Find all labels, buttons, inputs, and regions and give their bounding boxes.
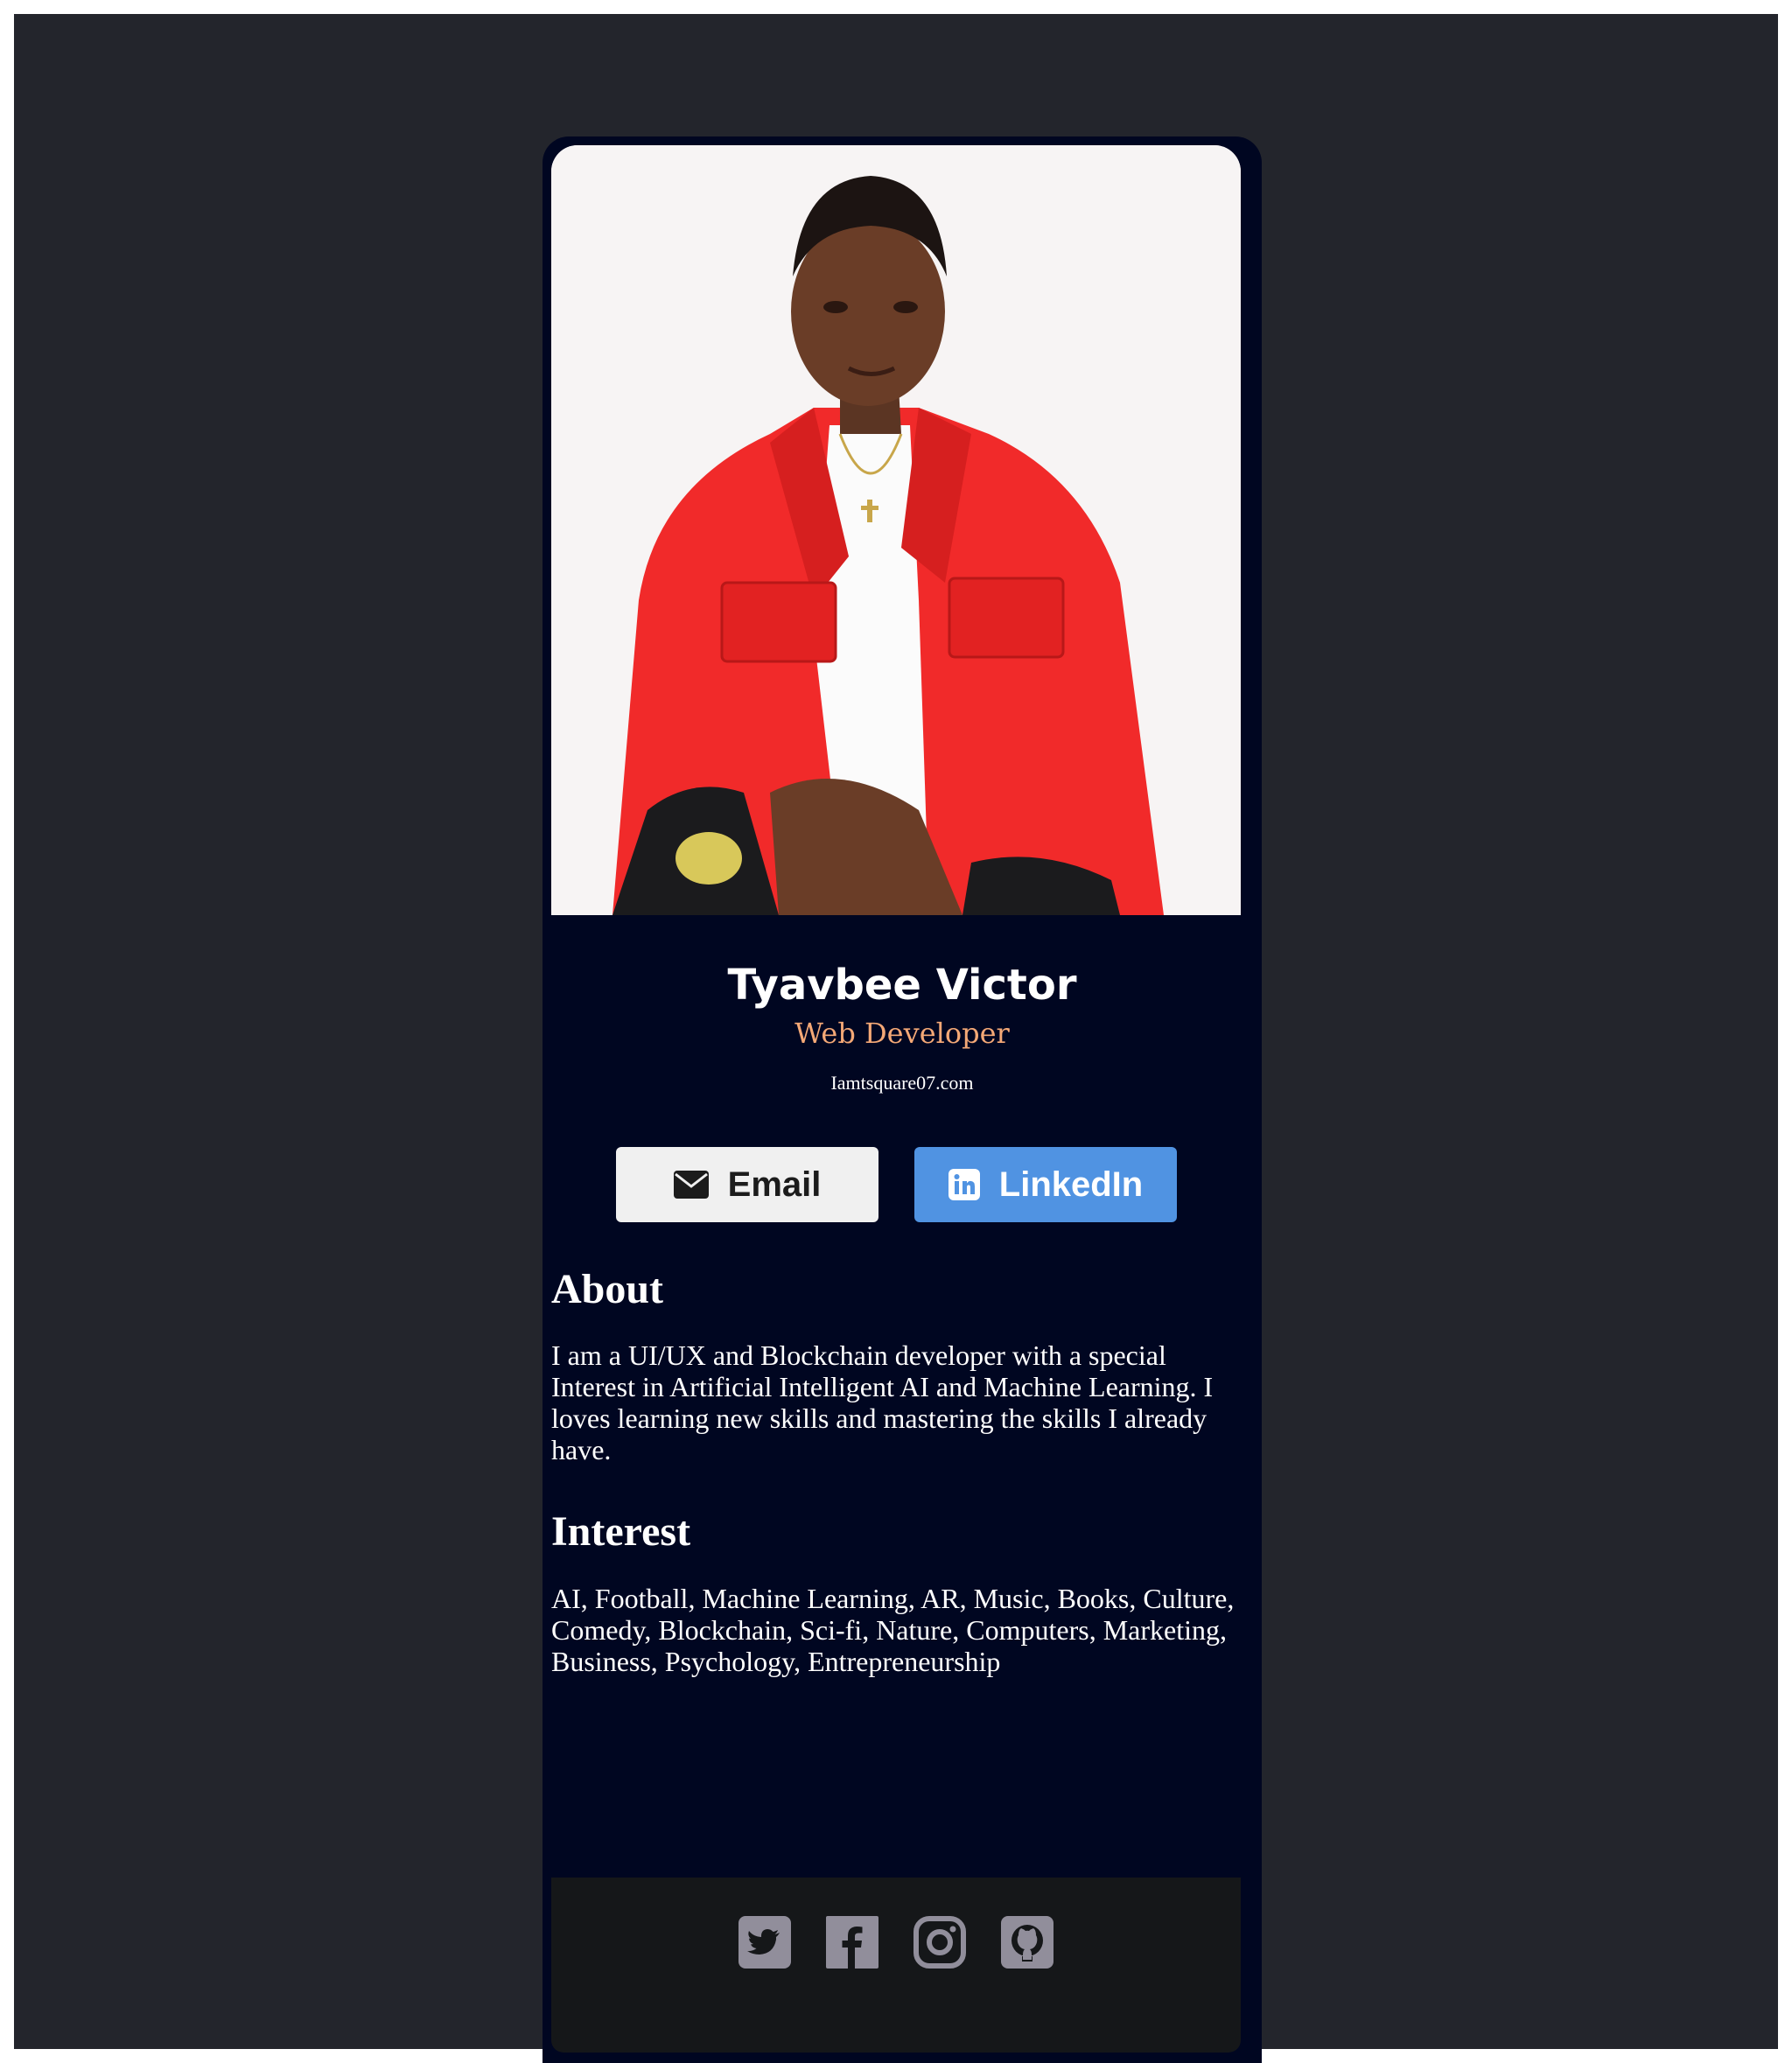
twitter-icon[interactable] (738, 1916, 791, 1969)
interest-heading: Interest (551, 1508, 691, 1555)
social-links (551, 1916, 1241, 1969)
interest-text: AI, Football, Machine Learning, AR, Musi… (551, 1583, 1235, 1677)
page-background: Tyavbee Victor Web Developer Iamtsquare0… (14, 14, 1778, 2063)
linkedin-button[interactable]: LinkedIn (914, 1147, 1177, 1222)
instagram-icon[interactable] (914, 1916, 966, 1969)
email-button-label: Email (727, 1164, 822, 1204)
linkedin-icon (948, 1169, 980, 1200)
about-heading: About (551, 1266, 664, 1312)
profile-photo (551, 145, 1241, 915)
profile-card: Tyavbee Victor Web Developer Iamtsquare0… (542, 136, 1262, 2063)
profile-website[interactable]: Iamtsquare07.com (542, 1070, 1262, 1096)
linkedin-button-label: LinkedIn (998, 1164, 1144, 1204)
github-icon[interactable] (1001, 1916, 1054, 1969)
about-text: I am a UI/UX and Blockchain developer wi… (551, 1339, 1214, 1465)
profile-name: Tyavbee Victor (727, 961, 1077, 1010)
profile-role: Web Developer (794, 1017, 1010, 1050)
envelope-icon (673, 1171, 709, 1199)
facebook-icon[interactable] (826, 1916, 878, 1969)
social-footer (551, 1878, 1241, 2053)
email-button[interactable]: Email (616, 1147, 878, 1222)
